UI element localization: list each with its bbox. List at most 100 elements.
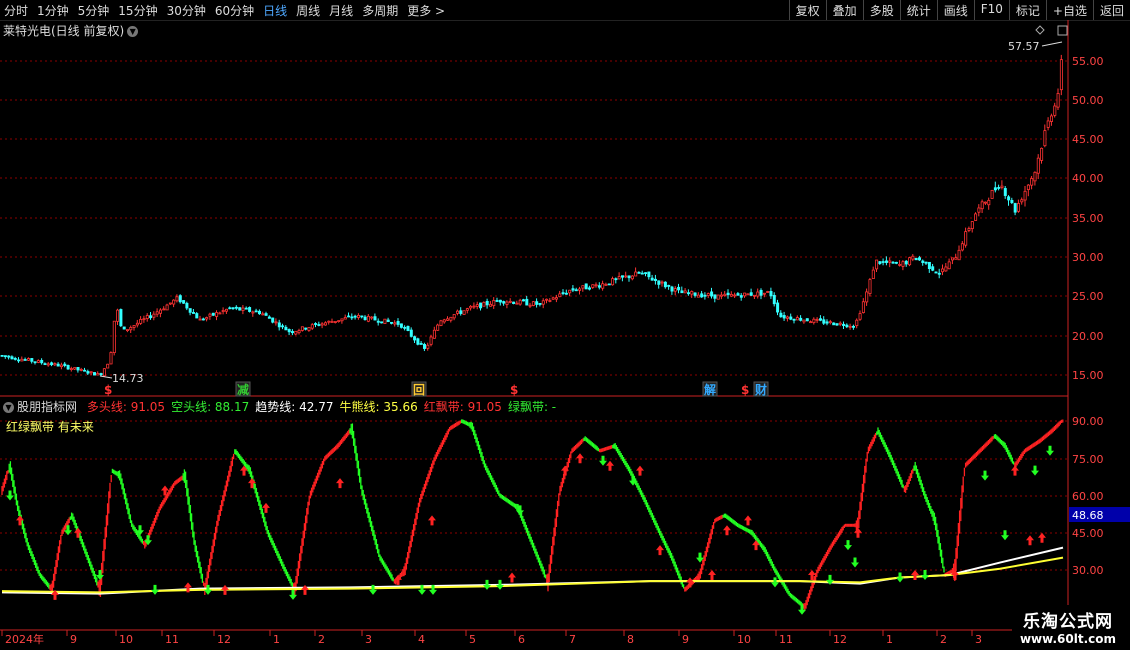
price-candle	[287, 329, 291, 333]
price-candle	[855, 319, 859, 326]
price-candle	[290, 331, 294, 334]
price-candle	[439, 320, 443, 326]
price-candle	[607, 283, 611, 286]
price-candle	[535, 301, 539, 305]
indicator-tick: 60.00	[1072, 490, 1104, 503]
x-label: 7	[569, 633, 576, 646]
price-candle	[498, 299, 502, 303]
price-candle	[564, 292, 568, 295]
price-candle	[746, 293, 750, 296]
price-candle	[122, 326, 126, 330]
kline-chart[interactable]: 55.00 50.00 45.00 40.00 35.00 30.00 25.00 20.00…	[0, 0, 1130, 650]
chevron-down-icon[interactable]: ▼	[3, 402, 14, 413]
price-candle	[568, 289, 572, 294]
price-tick: 40.00	[1072, 172, 1104, 185]
price-candle	[241, 307, 245, 311]
buy-arrow-icon	[911, 569, 919, 580]
price-candle	[726, 292, 730, 296]
price-candle	[182, 300, 186, 304]
price-candle	[518, 299, 522, 305]
price-candle	[36, 360, 40, 363]
price-candle	[462, 310, 466, 315]
x-label: 3	[975, 633, 982, 646]
price-candle	[3, 355, 7, 358]
price-candle	[1059, 59, 1063, 91]
price-candle	[50, 362, 54, 366]
indicator-field: 绿飘带: -	[507, 400, 557, 414]
price-candle	[294, 330, 298, 335]
price-candle	[838, 322, 842, 325]
price-candle	[363, 316, 367, 321]
price-candle	[984, 201, 988, 204]
buy-arrow-icon	[1026, 535, 1034, 546]
indicator-field: 多头线: 91.05	[86, 400, 166, 414]
price-candle	[782, 315, 786, 319]
price-candle	[957, 249, 961, 261]
price-candle	[885, 260, 889, 263]
x-label: 12	[833, 633, 847, 646]
price-candle	[221, 310, 225, 312]
price-candle	[766, 291, 770, 293]
price-candle	[967, 228, 971, 231]
price-candle	[772, 295, 776, 305]
event-tag: $	[104, 383, 112, 397]
price-candle	[323, 322, 327, 326]
price-candle	[350, 316, 354, 319]
price-candle	[1033, 171, 1037, 182]
buy-arrow-icon	[606, 460, 614, 471]
price-candle	[201, 318, 205, 321]
price-candle	[284, 326, 288, 331]
price-tick: 20.00	[1072, 330, 1104, 343]
price-candle	[106, 363, 110, 369]
price-candle	[300, 326, 304, 331]
x-label: 9	[70, 633, 77, 646]
price-candle	[360, 315, 364, 318]
high-price-arrow	[1041, 41, 1063, 47]
price-candle	[112, 320, 116, 354]
price-candle	[485, 300, 489, 306]
price-candle	[743, 292, 747, 297]
sell-arrow-icon	[896, 572, 904, 583]
price-candle	[172, 299, 176, 305]
price-candle	[43, 363, 47, 366]
price-candle	[990, 190, 994, 199]
price-candle	[693, 292, 697, 296]
sell-arrow-icon	[599, 455, 607, 466]
price-candle	[670, 286, 674, 292]
price-candle	[370, 316, 374, 319]
price-candle	[119, 309, 123, 327]
price-candle	[1040, 147, 1044, 161]
price-candle	[753, 294, 757, 297]
price-candle	[571, 288, 575, 291]
price-candle	[621, 275, 625, 278]
price-candle	[987, 199, 991, 206]
price-tick: 15.00	[1072, 369, 1104, 382]
price-candle	[584, 283, 588, 290]
x-label: 10	[737, 633, 751, 646]
sell-arrow-icon	[921, 569, 929, 580]
price-candle	[1010, 199, 1014, 204]
price-candle	[786, 316, 790, 319]
price-candle	[515, 302, 519, 305]
price-candle	[99, 373, 103, 376]
indicator-name: 股朋指标网	[17, 400, 78, 414]
price-candle	[815, 318, 819, 321]
price-candle	[828, 321, 832, 324]
price-candle	[792, 318, 796, 321]
price-candle	[756, 291, 760, 297]
price-candle	[135, 322, 139, 326]
price-candle	[647, 271, 651, 278]
price-candle	[317, 324, 321, 326]
price-candle	[261, 313, 265, 316]
price-tick: 50.00	[1072, 94, 1104, 107]
price-candle	[46, 363, 50, 366]
price-candle	[469, 305, 473, 309]
price-candle	[406, 325, 410, 331]
indicator-tick: 30.00	[1072, 564, 1104, 577]
sell-arrow-icon	[981, 470, 989, 481]
price-candle	[165, 304, 169, 311]
price-tick: 35.00	[1072, 212, 1104, 225]
price-candle	[83, 369, 87, 372]
price-candle	[720, 294, 724, 297]
price-candle	[231, 307, 235, 310]
